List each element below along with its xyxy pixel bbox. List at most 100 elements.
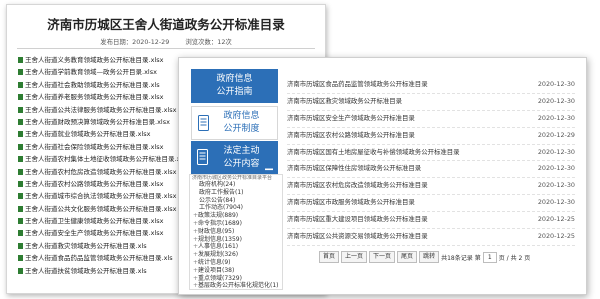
tree-item-label: 命令指示(1689): [198, 219, 242, 227]
tree-item-label: 工作动态(7904): [199, 204, 243, 212]
next-page-button[interactable]: 下一页: [369, 251, 396, 263]
xlsx-file-icon: [18, 168, 23, 175]
title-divider: [17, 48, 315, 49]
first-page-button[interactable]: 首页: [319, 251, 340, 263]
xlsx-file-icon: [18, 69, 23, 76]
tree-item[interactable]: 政府机构(24): [190, 181, 282, 189]
last-page-button[interactable]: 尾页: [397, 251, 418, 263]
attachment-link[interactable]: 王舍人街道就业领域政务公开标准目录.xlsx: [18, 128, 188, 140]
list-item-title[interactable]: 济南市历城区保障性住房领域政务公开标准目录: [287, 161, 421, 177]
tree-item[interactable]: +基层政务公开标准化规范化(1): [190, 282, 282, 290]
list-item-title[interactable]: 济南市历城区国有土地房屋征收与补偿领域政务公开标准目录: [287, 145, 460, 161]
attachment-link[interactable]: 王舍人街道食品药品监管领域政务公开标准目录.xls: [18, 252, 188, 264]
attachment-name: 王舍人街道社会救助领域政务公开标准目录.xls: [25, 80, 160, 89]
list-item[interactable]: 济南市历城区救灾领域政务公开标准目录 2020-12-30: [287, 94, 575, 111]
xlsx-file-icon: [18, 156, 23, 163]
tree-item-label: 人事信息(161): [198, 243, 239, 251]
xlsx-file-icon: [18, 57, 23, 63]
attachment-link[interactable]: 王舍人街道救灾领域政务公开标准目录.xls: [18, 240, 188, 252]
nav-guide-label: 政府信息公开指南: [216, 74, 253, 97]
attachment-link[interactable]: 王舍人街道农村集体土地征收领域政务公开标准目录.xlsx: [18, 153, 188, 165]
list-item[interactable]: 济南市历城区重大建设项目领域政务公开标准目录 2020-12-25: [287, 212, 575, 230]
page-number-input[interactable]: 1: [482, 251, 497, 263]
attachment-name: 王舍人街道救灾领域政务公开标准目录.xls: [25, 241, 147, 250]
list-item-title[interactable]: 济南市历城区农村公路领域政务公开标准目录: [287, 128, 415, 144]
attachment-link[interactable]: 王舍人街道城市综合执法领域政务公开标准目录.xlsx: [18, 190, 188, 202]
tree-item[interactable]: +财政信息(95): [190, 228, 282, 236]
list-item[interactable]: 济南市历城区市政服务领域政务公开标准目录 2020-12-30: [287, 195, 575, 213]
tree-item[interactable]: +政策法规(889): [190, 212, 282, 220]
attachment-link[interactable]: 王舍人街道公共文化服务领域政务公开标准目录.xlsx: [18, 203, 188, 215]
list-item-title[interactable]: 济南市历城区救灾领域政务公开标准目录: [287, 94, 402, 110]
attachment-link[interactable]: 王舍人街道社会救助领域政务公开标准目录.xls: [18, 79, 188, 91]
list-item-date: 2020-12-29: [537, 130, 575, 139]
list-item-date: 2020-12-30: [537, 113, 575, 122]
attachment-link[interactable]: 王舍人街道财政预决算领域政务公开标准目录.xlsx: [18, 116, 188, 128]
tree-item[interactable]: +建设项目(38): [190, 267, 282, 275]
tree-item-label: 建设项目(38): [198, 266, 235, 274]
nav-guide-button[interactable]: 政府信息公开指南: [191, 69, 278, 103]
page-prefix: 第: [474, 254, 481, 262]
attachment-link[interactable]: 王舍人街道农村危房改造领域政务公开标准目录.xlsx: [18, 166, 188, 178]
list-item-date: 2020-12-25: [537, 215, 575, 224]
xlsx-file-icon: [18, 131, 23, 138]
attachment-link[interactable]: 王舍人街道养老服务领域政务公开标准目录.xlsx: [18, 91, 188, 103]
attachment-link[interactable]: 王舍人街道义务教育领域政务公开标准目录.xlsx: [18, 54, 188, 66]
attachment-name: 王舍人街道公共文化服务领域政务公开标准目录.xlsx: [25, 204, 177, 213]
tree-item[interactable]: +人事信息(161): [190, 243, 282, 251]
attachment-name: 王舍人街道食品药品监管领域政务公开标准目录.xls: [25, 254, 173, 263]
tree-item[interactable]: +发展规划(326): [190, 251, 282, 259]
list-item[interactable]: 济南市历城区安全生产领域政务公开标准目录 2020-12-30: [287, 111, 575, 128]
xlsx-file-icon: [18, 94, 23, 101]
tree-item-label: 基层政务公开标准化规范化(1): [198, 282, 279, 290]
tree-item-label: 公示公告(84): [199, 196, 236, 204]
attachment-link[interactable]: 王舍人街道安全生产领域政务公开标准目录.xlsx: [18, 227, 188, 239]
attachment-name: 王舍人街道养老服务领域政务公开标准目录.xlsx: [25, 93, 164, 102]
attachment-name: 王舍人街道义务教育领域政务公开标准目录.xlsx: [25, 56, 164, 64]
attachment-name: 王舍人街道扶贫领域政务公开标准目录.xls: [25, 266, 147, 275]
xlsx-file-icon: [18, 193, 23, 200]
list-item[interactable]: 济南市历城区农村公路领域政务公开标准目录 2020-12-29: [287, 128, 575, 145]
attachment-link[interactable]: 王舍人街道社会保险领域政务公开标准目录.xlsx: [18, 141, 188, 153]
list-item-title[interactable]: 济南市历城区公共资源交易领域政务公开标准目录: [287, 229, 428, 245]
minus-icon[interactable]: [265, 156, 273, 175]
tree-item-label: 重点领域(7329): [198, 274, 242, 282]
publish-date: 发布日期：2020-12-29: [100, 38, 170, 46]
tree-item[interactable]: +命令指示(1689): [190, 220, 282, 228]
list-item-title[interactable]: 济南市历城区重大建设项目领域政务公开标准目录: [287, 212, 428, 228]
list-item[interactable]: 济南市历城区保障性住房领域政务公开标准目录 2020-12-30: [287, 161, 575, 179]
attachment-name: 王舍人街道社会保险领域政务公开标准目录.xlsx: [25, 142, 164, 151]
list-item[interactable]: 济南市历城区农村危房改造领域政务公开标准目录 2020-12-30: [287, 178, 575, 196]
tree-item-label: 政策法规(889): [198, 212, 239, 220]
attachment-link[interactable]: 王舍人街道学前教育领域—政务公开目录.xlsx: [18, 66, 188, 78]
attachment-link[interactable]: 王舍人街道农村公路领域政务公开标准目录.xlsx: [18, 178, 188, 190]
nav-system-label: 政府信息公开制度: [223, 111, 260, 134]
xlsx-file-icon: [18, 242, 23, 249]
list-item-date: 2020-12-25: [537, 232, 575, 241]
list-item[interactable]: 济南市历城区公共资源交易领域政务公开标准目录 2020-12-25: [287, 229, 575, 246]
tree-item[interactable]: +统计信息(9): [190, 259, 282, 267]
xlsx-file-icon: [18, 255, 23, 262]
xlsx-file-icon: [18, 106, 23, 113]
xlsx-file-icon: [18, 81, 23, 88]
list-item[interactable]: 济南市历城区食品药品监管领域政务公开标准目录 2020-12-30: [287, 77, 575, 94]
tree-item-label: 统计信息(9): [198, 258, 231, 266]
nav-system-button[interactable]: 政府信息公开制度: [191, 106, 278, 140]
list-item[interactable]: 济南市历城区国有土地房屋征收与补偿领域政务公开标准目录 2020-12-30: [287, 145, 575, 162]
xlsx-file-icon: [18, 267, 23, 274]
list-item-title[interactable]: 济南市历城区农村危房改造领域政务公开标准目录: [287, 178, 428, 194]
jump-button[interactable]: 跳转: [419, 251, 440, 263]
attachment-link[interactable]: 王舍人街道公共法律服务领域政务公开标准目录.xlsx: [18, 104, 188, 116]
tree-item[interactable]: 政府工作报告(1): [190, 189, 282, 197]
xlsx-file-icon: [18, 143, 23, 150]
prev-page-button[interactable]: 上一页: [341, 251, 368, 263]
list-item-date: 2020-12-30: [537, 96, 575, 105]
list-item-title[interactable]: 济南市历城区食品药品监管领域政务公开标准目录: [287, 77, 428, 93]
list-item-title[interactable]: 济南市历城区安全生产领域政务公开标准目录: [287, 111, 415, 127]
list-item-title[interactable]: 济南市历城区市政服务领域政务公开标准目录: [287, 195, 415, 211]
attachment-link[interactable]: 王舍人街道卫生健康领域政务公开标准目录.xlsx: [18, 215, 188, 227]
attachment-link[interactable]: 王舍人街道扶贫领域政务公开标准目录.xls: [18, 265, 188, 277]
attachment-name: 王舍人街道就业领域政务公开标准目录.xlsx: [25, 130, 151, 139]
disclosure-portal: 政府信息公开指南 政府信息公开制度 法定主动公开内容 济南市历城区政务公开标准目…: [178, 57, 587, 295]
nav-active-disclosure-button[interactable]: 法定主动公开内容: [191, 141, 278, 175]
